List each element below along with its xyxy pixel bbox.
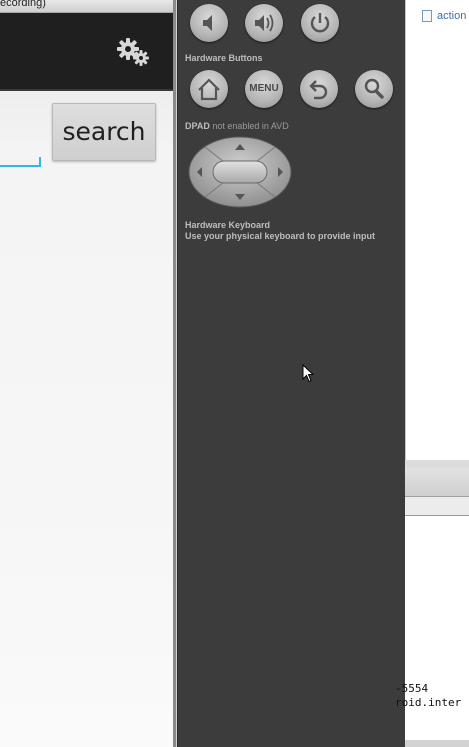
window-border bbox=[173, 0, 176, 747]
emulator-control-panel: Hardware Buttons MENU DPAD not enabled i… bbox=[177, 0, 405, 747]
volume-up-icon bbox=[255, 14, 274, 32]
action-bar bbox=[0, 13, 173, 91]
menu-button[interactable]: MENU bbox=[245, 70, 283, 108]
hardware-keyboard-label: Hardware Keyboard bbox=[185, 220, 271, 230]
mouse-cursor-icon bbox=[302, 364, 314, 383]
dpad-label: DPAD not enabled in AVD bbox=[185, 121, 289, 131]
console-line: roid.inter bbox=[395, 696, 462, 709]
menu-button-label: MENU bbox=[249, 83, 279, 94]
dpad-label-text: DPAD bbox=[185, 121, 210, 131]
panel-sash[interactable] bbox=[405, 460, 469, 468]
status-bar bbox=[405, 740, 469, 747]
search-input[interactable] bbox=[0, 157, 41, 167]
back-button[interactable] bbox=[300, 70, 338, 108]
dpad-note: not enabled in AVD bbox=[212, 121, 289, 131]
window-title: ecording) bbox=[0, 0, 46, 9]
volume-up-button[interactable] bbox=[245, 4, 283, 42]
dpad-control bbox=[188, 136, 292, 208]
console-line: -5554 bbox=[395, 682, 429, 695]
power-icon bbox=[310, 13, 330, 33]
volume-down-icon bbox=[203, 15, 212, 31]
hardware-buttons-label: Hardware Buttons bbox=[185, 53, 263, 63]
window-titlebar: ecording) bbox=[0, 0, 176, 13]
hardware-keyboard-note: Use your physical keyboard to provide in… bbox=[185, 231, 376, 241]
search-button[interactable]: search bbox=[52, 103, 156, 161]
ide-window: action -5554 roid.inter bbox=[395, 0, 469, 747]
editor-area: action bbox=[405, 0, 469, 460]
power-button[interactable] bbox=[301, 4, 339, 42]
console-view: -5554 roid.inter bbox=[395, 515, 469, 741]
android-app-window: ecording) search bbox=[0, 0, 176, 747]
search-icon bbox=[364, 78, 384, 99]
editor-tab-label[interactable]: action bbox=[437, 10, 466, 22]
search-hw-button[interactable] bbox=[355, 70, 393, 108]
console-view-header bbox=[405, 468, 469, 497]
app-screen: search bbox=[0, 13, 173, 747]
home-icon bbox=[198, 78, 220, 101]
back-icon bbox=[309, 80, 328, 100]
xml-file-icon bbox=[422, 10, 432, 22]
home-button[interactable] bbox=[190, 70, 228, 108]
settings-gear-icon[interactable] bbox=[116, 37, 150, 67]
volume-down-button[interactable] bbox=[190, 4, 228, 42]
